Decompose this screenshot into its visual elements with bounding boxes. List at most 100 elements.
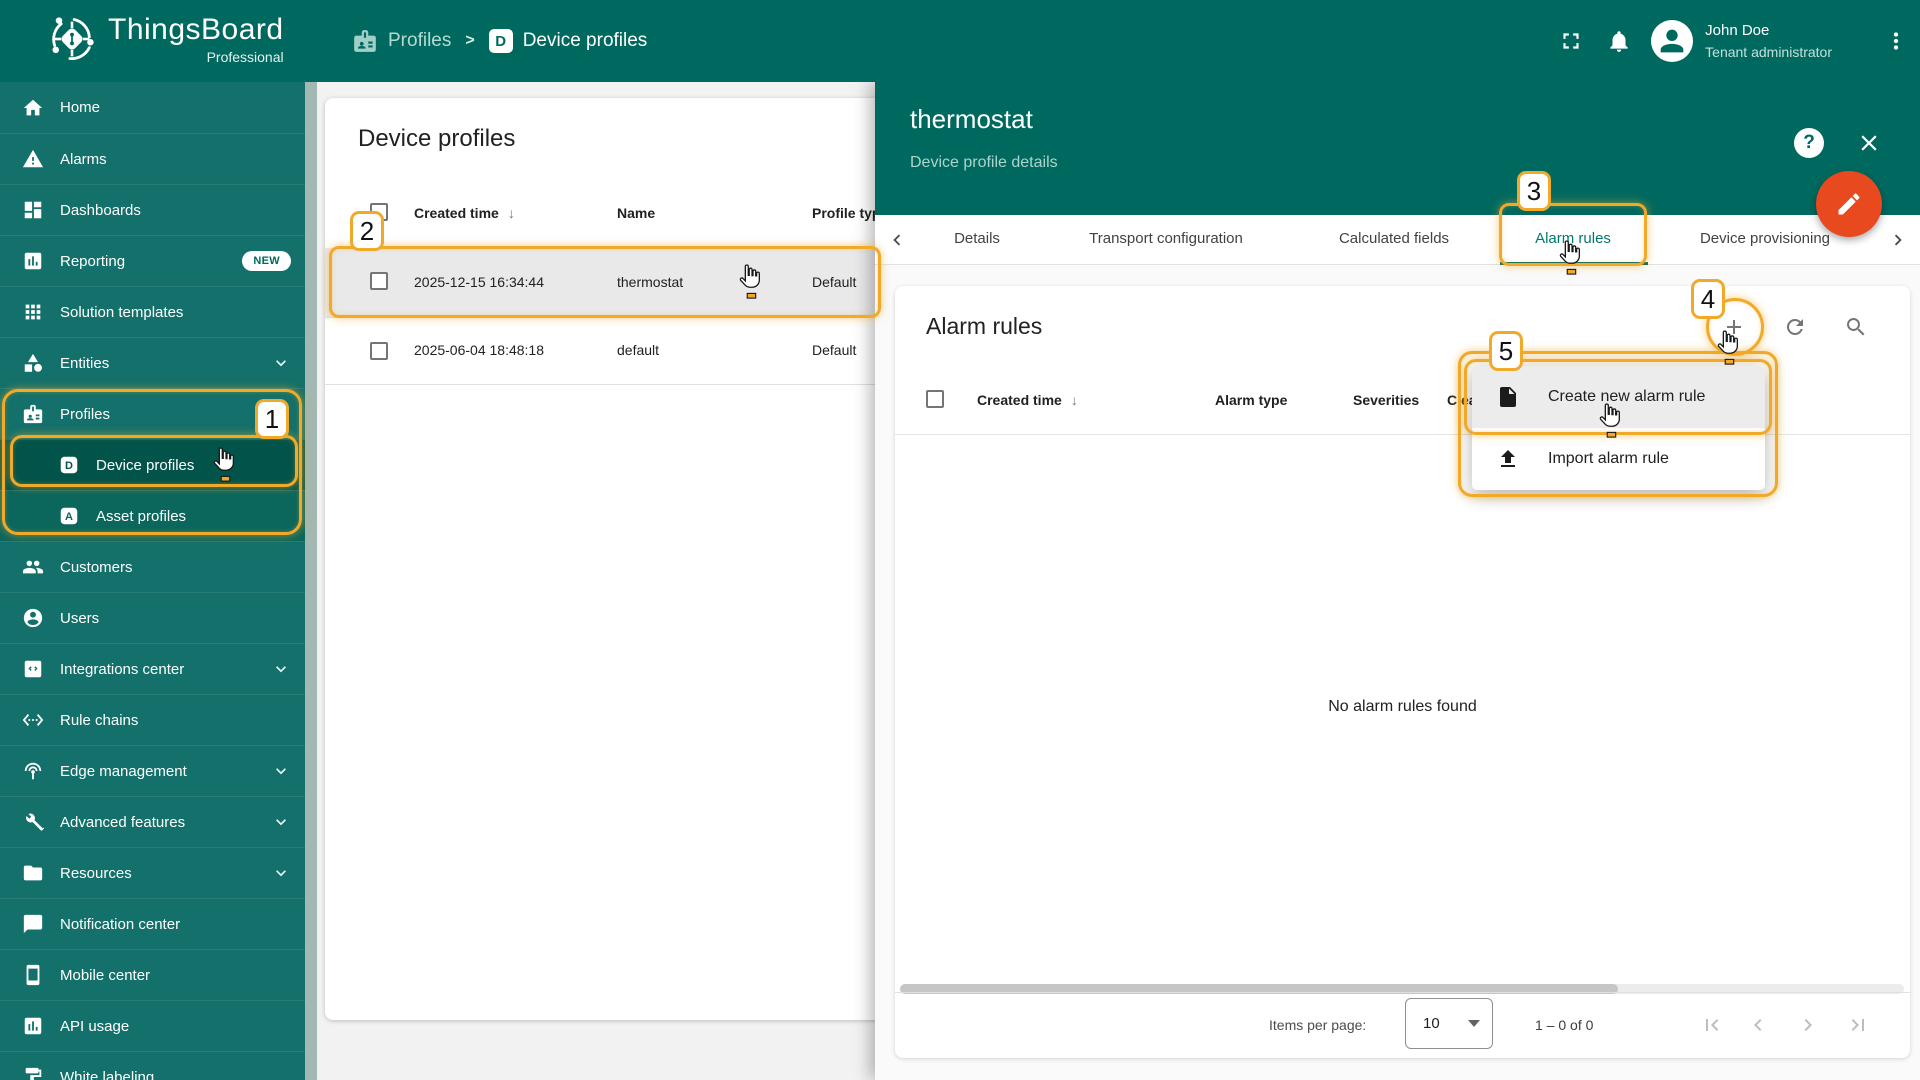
sidebar-item-rule-chains[interactable]: Rule chains [0, 694, 305, 745]
tab-details[interactable]: Details [954, 230, 1000, 247]
notifications-button[interactable] [1595, 17, 1643, 65]
select-dropdown-icon [1468, 1020, 1480, 1027]
svg-text:A: A [65, 511, 73, 523]
close-icon[interactable] [1856, 130, 1882, 156]
refresh-button[interactable] [1783, 315, 1807, 339]
column-name[interactable]: Name [617, 205, 655, 221]
badge-icon [23, 404, 43, 424]
phone-icon [26, 964, 40, 986]
row-checkbox[interactable] [370, 342, 388, 360]
cell-profile-type: Default [812, 342, 857, 358]
select-all-checkbox[interactable] [926, 390, 944, 408]
people-icon [22, 560, 44, 574]
sidebar-item-users[interactable]: Users [0, 592, 305, 643]
first-page-button[interactable] [1700, 1013, 1724, 1037]
fullscreen-icon [1563, 33, 1579, 49]
sidebar-item-label: Rule chains [60, 711, 139, 729]
sidebar-item-device-profiles[interactable]: D Device profiles [0, 439, 305, 490]
app-logo[interactable]: ThingsBoard Professional [46, 13, 284, 65]
sidebar-item-resources[interactable]: Resources [0, 847, 305, 898]
antenna-icon [24, 762, 42, 780]
sidebar-item-reporting[interactable]: Reporting NEW [0, 235, 305, 286]
tab-alarm-rules[interactable]: Alarm rules [1535, 230, 1611, 247]
help-icon: ? [1803, 132, 1815, 153]
sidebar-item-white-labeling[interactable]: White labeling [0, 1051, 305, 1080]
cell-created-time: 2025-06-04 18:48:18 [414, 342, 544, 358]
sidebar-item-label: Mobile center [60, 966, 151, 984]
tab-device-provisioning[interactable]: Device provisioning [1700, 230, 1830, 247]
sidebar-item-notification-center[interactable]: Notification center [0, 898, 305, 949]
column-created-time[interactable]: Created time ↓ [977, 392, 1078, 408]
column-created-time[interactable]: Created time ↓ [414, 205, 515, 221]
rule-chain-icon [22, 714, 44, 726]
row-checkbox[interactable] [370, 272, 388, 290]
add-alarm-rule-button[interactable] [1722, 315, 1746, 339]
tabs-scroll-right-icon[interactable] [1887, 229, 1909, 251]
thingsboard-logo-icon [52, 17, 94, 60]
sidebar-item-dashboards[interactable]: Dashboards [0, 184, 305, 235]
breadcrumb-profiles[interactable]: Profiles [352, 28, 451, 54]
person-icon [1660, 29, 1684, 53]
sidebar-item-alarms[interactable]: Alarms [0, 133, 305, 184]
previous-page-button[interactable] [1746, 1013, 1770, 1037]
breadcrumb-label: Device profiles [522, 30, 648, 51]
empty-state-text: No alarm rules found [1328, 698, 1477, 715]
breadcrumb-device-profiles[interactable]: D Device profiles [488, 29, 648, 53]
tabs-scroll-left-icon[interactable] [886, 229, 908, 251]
sidebar-item-label: Reporting [60, 252, 126, 270]
cell-name: thermostat [617, 274, 684, 290]
menu-item-import-alarm-rule[interactable]: Import alarm rule [1472, 428, 1765, 490]
sidebar-item-customers[interactable]: Customers [0, 541, 305, 592]
search-button[interactable] [1844, 315, 1868, 339]
sidebar-item-solution-templates[interactable]: Solution templates [0, 286, 305, 337]
menu-item-create-new-alarm-rule[interactable]: Create new alarm rule [1472, 366, 1765, 428]
tab-calculated-fields[interactable]: Calculated fields [1339, 230, 1449, 247]
sidebar-item-home[interactable]: Home [0, 82, 305, 133]
chevron-down-icon [276, 768, 286, 775]
step-badge-1: 1 [255, 399, 289, 439]
sidebar-item-mobile-center[interactable]: Mobile center [0, 949, 305, 1000]
help-button[interactable]: ? [1794, 128, 1824, 158]
menu-item-label: Create new alarm rule [1548, 388, 1706, 405]
drawer-header: thermostat Device profile details ? [875, 82, 1920, 215]
user-role: Tenant administrator [1705, 44, 1832, 60]
sidebar-item-api-usage[interactable]: API usage [0, 1000, 305, 1051]
sidebar-item-label: Resources [60, 864, 132, 882]
last-page-button[interactable] [1846, 1013, 1870, 1037]
items-per-page-select[interactable]: 10 [1405, 998, 1493, 1049]
sort-desc-icon: ↓ [507, 205, 515, 221]
sort-desc-icon: ↓ [1070, 392, 1078, 408]
sidebar-item-entities[interactable]: Entities [0, 337, 305, 388]
sidebar-divider [305, 82, 317, 1080]
sidebar-item-advanced-features[interactable]: Advanced features [0, 796, 305, 847]
tab-transport-configuration[interactable]: Transport configuration [1089, 230, 1243, 247]
add-alarm-rule-menu: Create new alarm rule Import alarm rule [1472, 366, 1765, 490]
folder-icon [23, 865, 43, 881]
user-info[interactable]: John Doe Tenant administrator [1705, 20, 1832, 62]
items-per-page-value: 10 [1423, 1015, 1440, 1032]
sidebar-item-integrations-center[interactable]: Integrations center [0, 643, 305, 694]
more-menu-button[interactable] [1872, 17, 1920, 65]
drawer-tabs: Details Transport configuration Calculat… [875, 215, 1920, 265]
sidebar-item-label: Advanced features [60, 813, 186, 831]
app-header: ThingsBoard Professional Profiles > D De… [0, 0, 1920, 82]
pagination-range: 1 – 0 of 0 [1535, 1017, 1594, 1033]
user-avatar[interactable] [1651, 20, 1694, 62]
sidebar-item-label: Edge management [60, 762, 187, 780]
fullscreen-button[interactable] [1547, 17, 1595, 65]
next-page-button[interactable] [1796, 1013, 1820, 1037]
apps-icon [25, 304, 41, 320]
paint-icon [25, 1067, 42, 1080]
sidebar-item-label: Device profiles [96, 456, 195, 474]
column-alarm-type[interactable]: Alarm type [1215, 392, 1287, 408]
edit-fab-button[interactable] [1816, 171, 1882, 237]
chevron-down-icon [276, 819, 286, 826]
cell-name: default [617, 342, 660, 358]
sidebar-item-label: Integrations center [60, 660, 185, 678]
new-badge: NEW [242, 251, 291, 271]
device-profile-chip-icon: D [488, 29, 513, 53]
column-severities[interactable]: Severities [1353, 392, 1419, 408]
sidebar-item-asset-profiles[interactable]: A Asset profiles [0, 490, 305, 541]
sidebar-item-edge-management[interactable]: Edge management [0, 745, 305, 796]
sidebar-item-label: Users [60, 609, 100, 627]
